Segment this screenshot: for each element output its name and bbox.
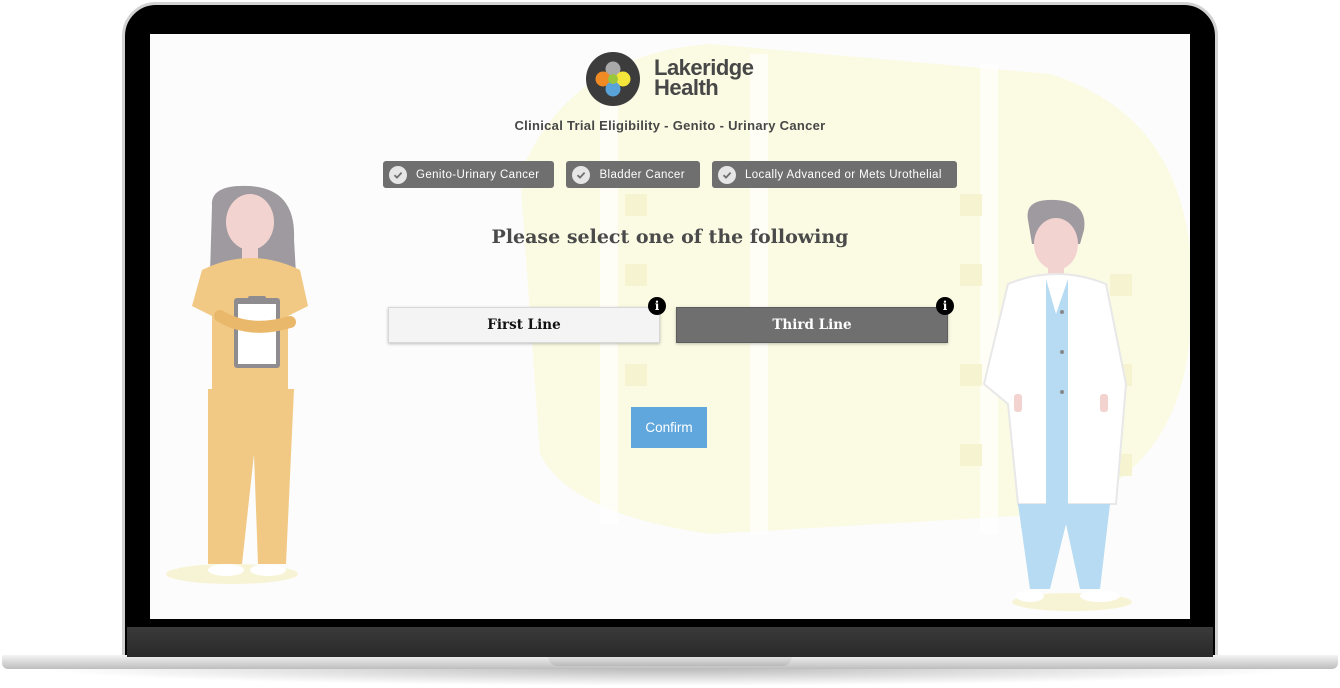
- breadcrumb-label: Bladder Cancer: [599, 168, 685, 181]
- lakeridge-health-logo: Lakeridge Health: [586, 52, 756, 106]
- check-icon: [572, 165, 591, 184]
- laptop-shadow: [30, 668, 1310, 686]
- app-screen: Lakeridge Health Clinical Trial Eligibil…: [150, 34, 1190, 619]
- page-title: Clinical Trial Eligibility - Genito - Ur…: [514, 118, 826, 133]
- breadcrumb-label: Genito-Urinary Cancer: [416, 168, 540, 181]
- breadcrumb-item-locally-advanced[interactable]: Locally Advanced or Mets Urothelial: [711, 161, 957, 188]
- info-icon[interactable]: i: [648, 297, 666, 315]
- selection-prompt: Please select one of the following: [491, 226, 849, 248]
- check-icon: [389, 165, 407, 184]
- breadcrumb-item-genito-urinary-cancer[interactable]: Genito-Urinary Cancer: [383, 161, 555, 188]
- brand-name-line2: Health: [654, 75, 719, 100]
- laptop-bezel-bottom: [127, 627, 1213, 657]
- check-icon: [717, 165, 736, 184]
- info-icon[interactable]: i: [936, 297, 954, 315]
- option-third-line-button[interactable]: Third Line: [676, 307, 948, 343]
- brand-name: Lakeridge Health: [654, 57, 764, 100]
- breadcrumb-item-bladder-cancer[interactable]: Bladder Cancer: [566, 161, 700, 188]
- logo-mark-icon: [586, 52, 640, 106]
- laptop-notch: [548, 656, 792, 666]
- option-first-line-button[interactable]: First Line: [388, 307, 660, 343]
- breadcrumb: Genito-Urinary Cancer Bladder Cancer Loc…: [383, 161, 957, 188]
- breadcrumb-label: Locally Advanced or Mets Urothelial: [744, 168, 942, 181]
- confirm-button[interactable]: Confirm: [631, 407, 707, 448]
